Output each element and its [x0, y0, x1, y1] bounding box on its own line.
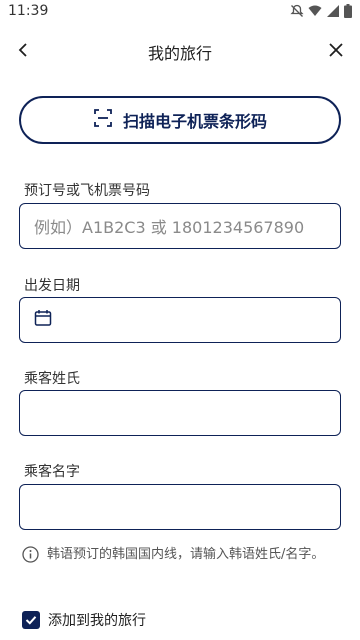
checkbox-label: 添加到我的旅行: [48, 613, 146, 629]
booking-number-input[interactable]: 例如）A1B2C3 或 1801234567890: [19, 203, 341, 249]
wifi-icon: [308, 4, 322, 18]
booking-number-label: 预订号或飞机票号码: [24, 183, 150, 199]
scan-barcode-button[interactable]: 扫描电子机票条形码: [19, 96, 341, 144]
close-button[interactable]: [322, 38, 350, 66]
checkbox-checked-icon[interactable]: [22, 611, 40, 629]
info-text: 韩语预订的韩国国内线，请输入韩语姓氏/名字。: [47, 547, 325, 562]
surname-label: 乘客姓氏: [24, 371, 80, 387]
add-to-my-trips-checkbox[interactable]: 添加到我的旅行: [22, 610, 146, 630]
info-note: 韩语预订的韩国国内线，请输入韩语姓氏/名字。: [22, 544, 342, 567]
barcode-scan-icon: [93, 108, 113, 132]
signal-icon: [326, 4, 340, 18]
scan-barcode-label: 扫描电子机票条形码: [122, 112, 267, 131]
notifications-off-icon: [290, 4, 304, 18]
close-icon: [328, 42, 344, 62]
status-time: 11:39: [8, 3, 49, 19]
departure-date-input[interactable]: [19, 297, 341, 343]
header: 我的旅行: [0, 30, 360, 72]
booking-number-placeholder: 例如）A1B2C3 或 1801234567890: [34, 218, 305, 237]
surname-input[interactable]: [19, 390, 341, 436]
calendar-icon: [34, 309, 52, 331]
battery-icon: [344, 4, 352, 18]
status-icons: [290, 4, 352, 18]
page-title: 我的旅行: [147, 44, 212, 63]
info-icon: [22, 546, 39, 567]
departure-date-label: 出发日期: [24, 278, 80, 294]
given-name-label: 乘客名字: [24, 464, 80, 480]
status-bar: 11:39: [0, 0, 360, 24]
given-name-input[interactable]: [19, 484, 341, 530]
